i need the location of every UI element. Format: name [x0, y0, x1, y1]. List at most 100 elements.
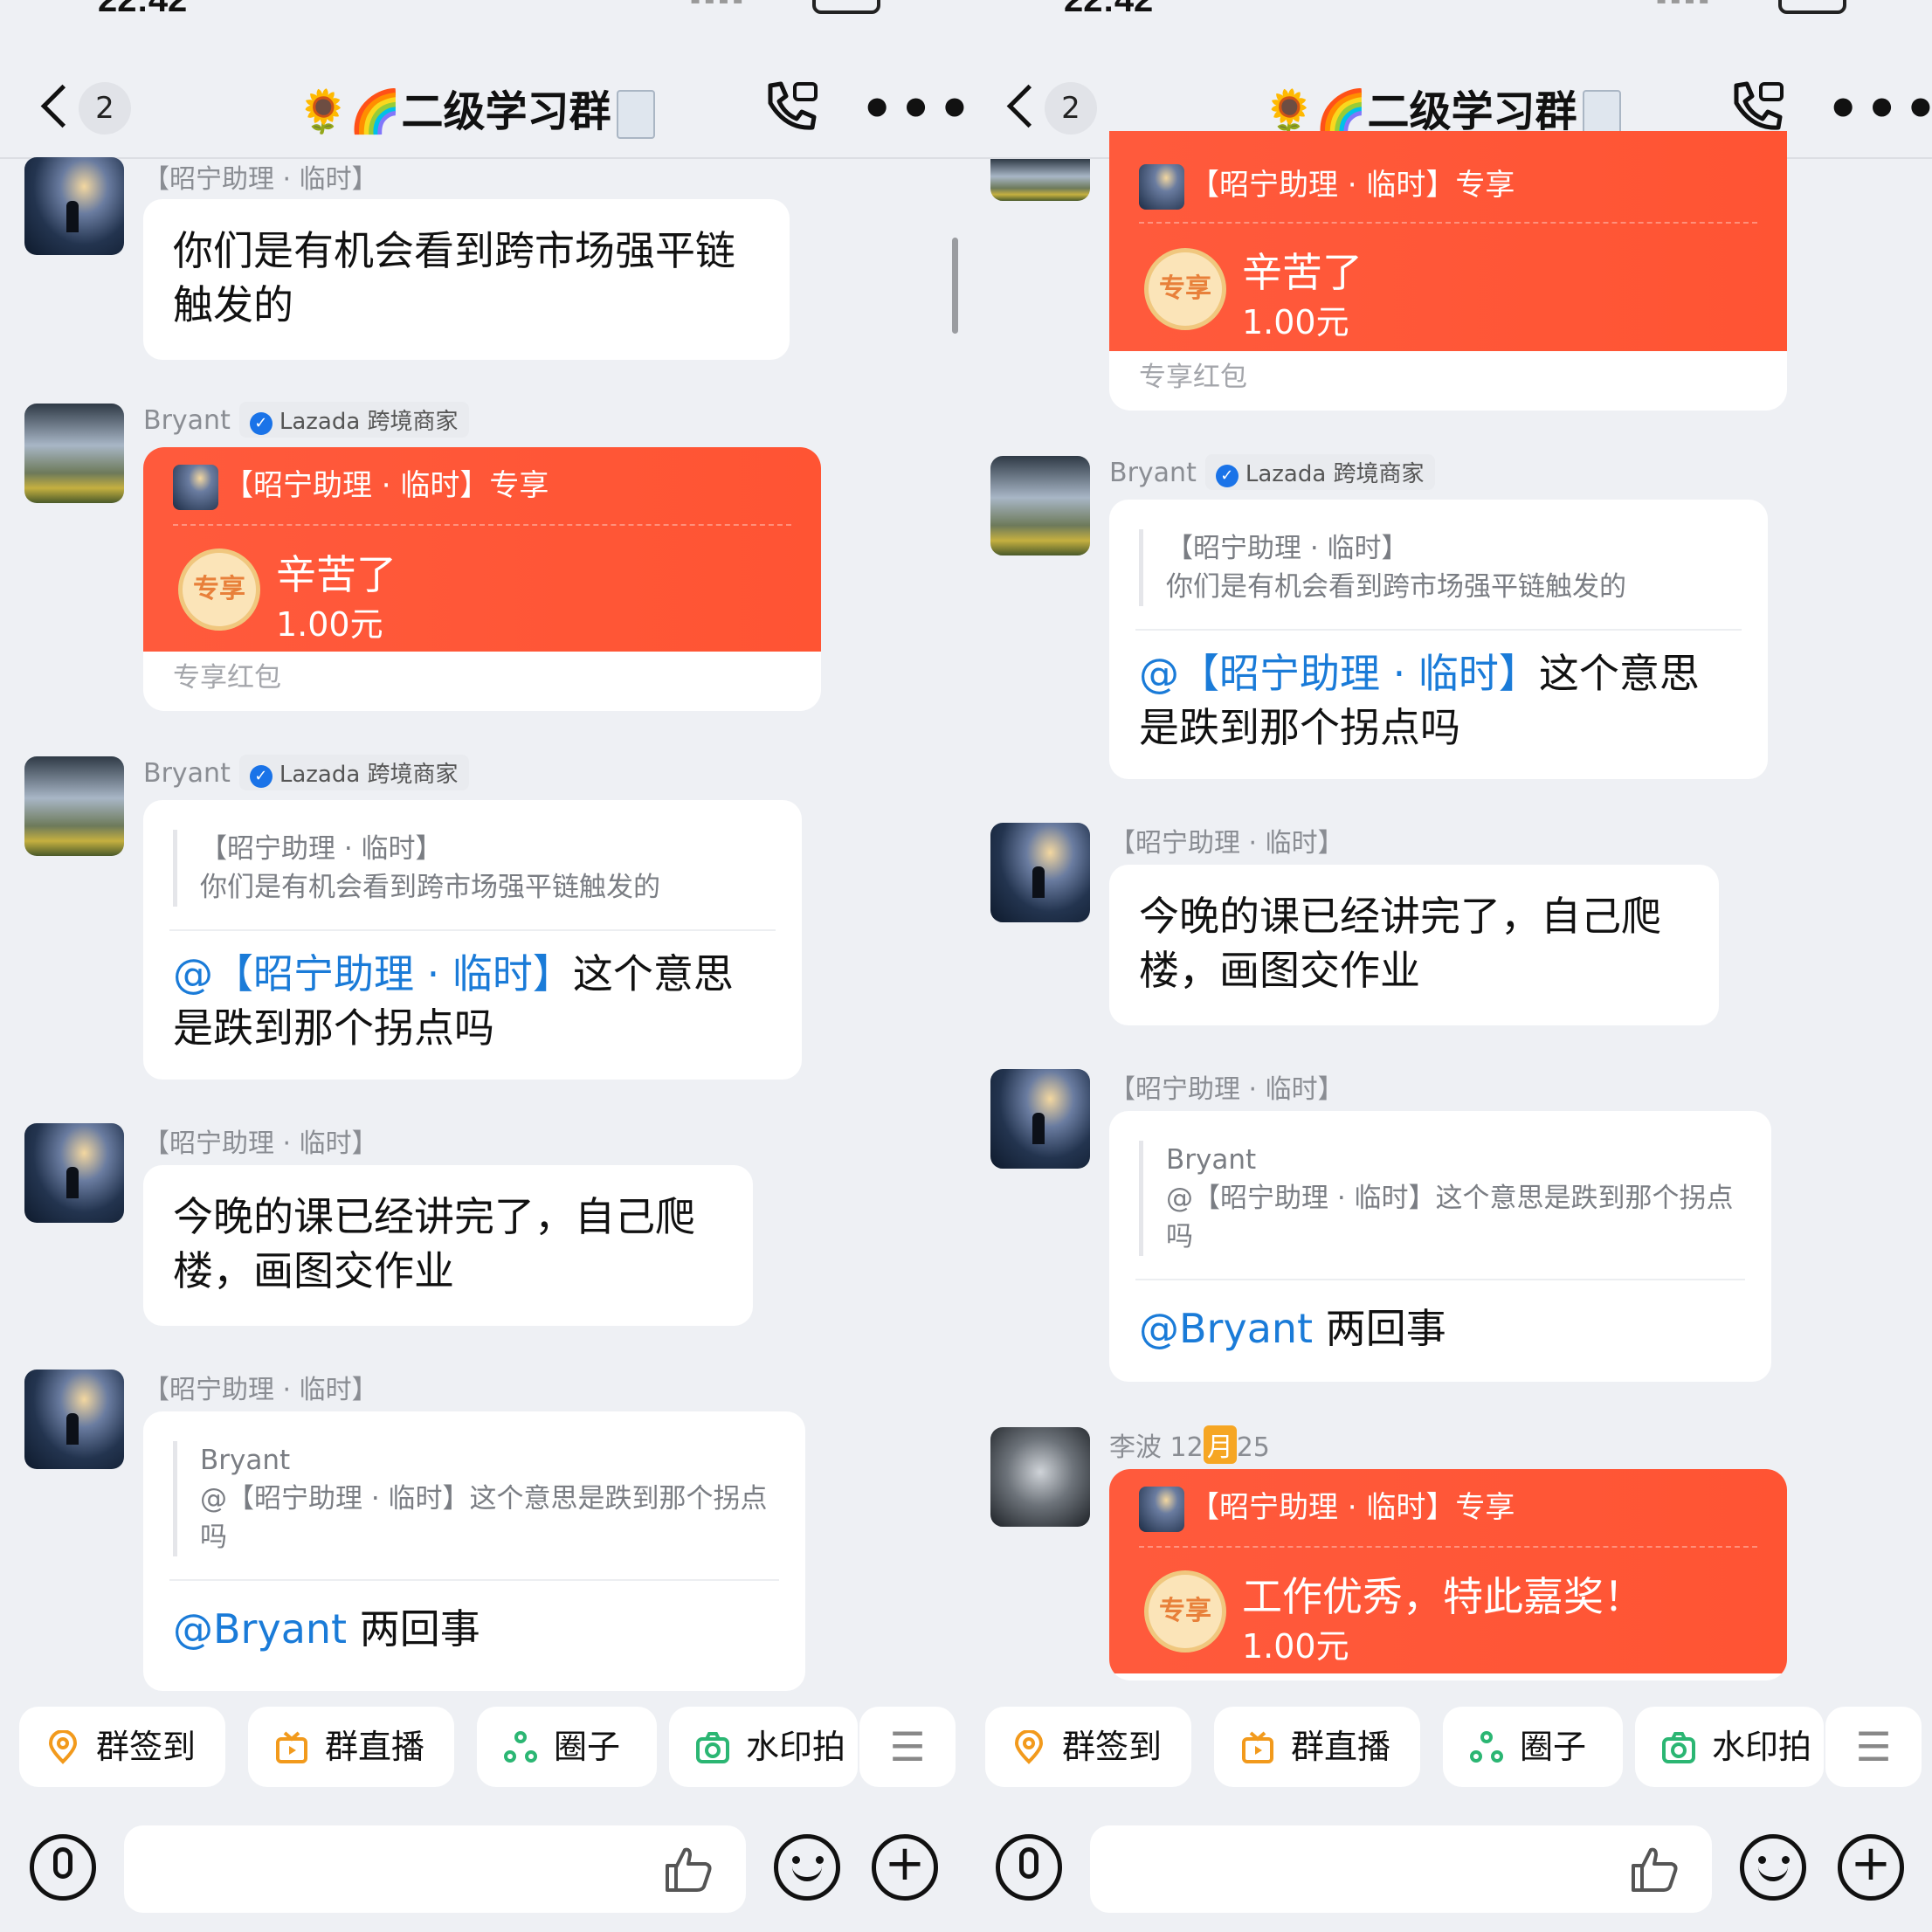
scrollbar[interactable] — [952, 238, 958, 334]
sender-row: 李波 12 月 25 — [1109, 1425, 1270, 1464]
red-packet-footer: 专享红包 — [173, 662, 281, 693]
verified-icon: ✓ — [1215, 465, 1239, 487]
thumbs-up-icon[interactable] — [662, 1843, 714, 1895]
quoted-text: 你们是有机会看到跨市场强平链触发的 — [1166, 571, 1626, 603]
avatar[interactable] — [24, 404, 124, 503]
message-bubble[interactable]: 你们是有机会看到跨市场强平链触发的 — [143, 199, 790, 360]
watermark-camera-button[interactable]: 水印拍 — [1635, 1707, 1824, 1787]
circle-community-icon — [1470, 1731, 1503, 1763]
avatar[interactable] — [24, 1370, 124, 1469]
merchant-badge-label: Lazada 跨境商家 — [1245, 461, 1425, 487]
quote-divider — [1135, 629, 1742, 631]
sender-row: Bryant ✓ Lazada 跨境商家 — [143, 402, 469, 438]
message-input[interactable] — [124, 1825, 746, 1913]
avatar[interactable] — [990, 1069, 1090, 1169]
circle-button[interactable]: 圈子 — [477, 1707, 657, 1787]
emoji-icon[interactable] — [774, 1834, 840, 1901]
avatar[interactable] — [24, 756, 124, 856]
camera-icon — [1662, 1732, 1695, 1763]
group-title: 🌻🌈二级学习群 — [297, 77, 655, 139]
mention-link[interactable]: @【昭宁助理 · 临时】 — [1139, 650, 1539, 697]
quoted-sender: 【昭宁助理 · 临时】 — [1166, 533, 1409, 564]
voice-input-icon[interactable] — [996, 1834, 1062, 1901]
reply-line: @Bryant 两回事 — [1139, 1301, 1742, 1356]
red-packet-message: 工作优秀，特此嘉奖！ — [1242, 1573, 1644, 1620]
quoted-message[interactable]: 【昭宁助理 · 临时】 你们是有机会看到跨市场强平链触发的 — [1139, 529, 1738, 606]
red-packet-message: 辛苦了 — [1242, 249, 1363, 296]
red-packet-card[interactable]: 【昭宁助理 · 临时】专享 专享 工作优秀，特此嘉奖！ 1.00元 — [1109, 1469, 1787, 1680]
mini-avatar — [1139, 163, 1184, 210]
avatar[interactable] — [990, 1427, 1090, 1527]
emoji-icon[interactable] — [1740, 1834, 1806, 1901]
quoted-message[interactable]: Bryant @【昭宁助理 · 临时】这个意思是跌到那个拐点吗 — [1139, 1141, 1742, 1256]
message-bubble[interactable]: 今晚的课已经讲完了，自己爬楼，画图交作业 — [143, 1165, 753, 1326]
red-packet-card[interactable]: 【昭宁助理 · 临时】专享 专享 辛苦了 1.00元 专享红包 — [143, 447, 821, 711]
red-packet-title: 【昭宁助理 · 临时】专享 — [224, 468, 549, 503]
reply-line: @【昭宁助理 · 临时】这个意思是跌到那个拐点吗 — [173, 947, 772, 1055]
message-bubble[interactable]: Bryant @【昭宁助理 · 临时】这个意思是跌到那个拐点吗 @Bryant … — [143, 1411, 805, 1691]
red-packet-header: 【昭宁助理 · 临时】专享 — [173, 461, 549, 510]
divider — [1139, 1546, 1757, 1548]
message-text: 两回事 — [359, 1605, 480, 1653]
avatar[interactable] — [990, 823, 1090, 922]
menu-icon[interactable]: ☰ — [859, 1707, 956, 1787]
mention-link[interactable]: @Bryant — [1139, 1305, 1313, 1352]
sender-name: 【昭宁助理 · 临时】 — [1109, 1074, 1344, 1105]
live-label: 群直播 — [325, 1728, 425, 1766]
unread-count-badge[interactable]: 2 — [1045, 82, 1097, 135]
circle-label: 圈子 — [1520, 1728, 1587, 1766]
signal-icon: ▪▪▪▪ — [690, 0, 743, 8]
quoted-text: @【昭宁助理 · 临时】这个意思是跌到那个拐点吗 — [200, 1483, 768, 1553]
quoted-message[interactable]: 【昭宁助理 · 临时】 你们是有机会看到跨市场强平链触发的 — [173, 830, 772, 907]
circle-label: 圈子 — [554, 1728, 621, 1766]
red-packet-body: 【昭宁助理 · 临时】专享 专享 工作优秀，特此嘉奖！ 1.00元 — [1109, 1469, 1787, 1673]
message-text: 两回事 — [1325, 1305, 1446, 1352]
status-bar: 22:42 ▪▪▪▪ — [966, 0, 1932, 26]
reply-line: @Bryant 两回事 — [173, 1602, 776, 1656]
red-packet-message: 辛苦了 — [276, 551, 397, 598]
avatar[interactable] — [990, 159, 1090, 201]
add-icon[interactable]: + — [872, 1834, 938, 1901]
more-options-icon[interactable]: ••• — [1826, 83, 1932, 135]
month-badge: 月 — [1203, 1425, 1237, 1464]
red-packet-title: 【昭宁助理 · 临时】专享 — [1190, 168, 1515, 203]
camera-icon — [696, 1732, 729, 1763]
location-pin-icon — [48, 1730, 78, 1764]
quoted-sender: 【昭宁助理 · 临时】 — [200, 833, 443, 865]
chat-header: 2 🌻🌈二级学习群 ••• — [0, 61, 966, 157]
more-options-icon[interactable]: ••• — [860, 83, 966, 135]
avatar[interactable] — [24, 157, 124, 255]
red-packet-amount: 1.00元 — [1242, 1627, 1349, 1666]
message-bubble[interactable]: Bryant @【昭宁助理 · 临时】这个意思是跌到那个拐点吗 @Bryant … — [1109, 1111, 1771, 1382]
circle-button[interactable]: 圈子 — [1443, 1707, 1623, 1787]
checkin-button[interactable]: 群签到 — [19, 1707, 225, 1787]
status-time: 22:42 — [98, 0, 188, 19]
merchant-badge-label: Lazada 跨境商家 — [279, 762, 459, 788]
quoted-message[interactable]: Bryant @【昭宁助理 · 临时】这个意思是跌到那个拐点吗 — [173, 1441, 776, 1556]
mention-link[interactable]: @【昭宁助理 · 临时】 — [173, 950, 573, 997]
back-icon[interactable] — [35, 77, 79, 133]
message-input[interactable] — [1090, 1825, 1712, 1913]
mention-link[interactable]: @Bryant — [173, 1605, 347, 1653]
live-button[interactable]: 群直播 — [1214, 1707, 1420, 1787]
thumbs-up-icon[interactable] — [1628, 1843, 1680, 1895]
voice-call-icon[interactable] — [760, 77, 821, 138]
sender-name: 【昭宁助理 · 临时】 — [143, 1375, 378, 1405]
add-icon[interactable]: + — [1838, 1834, 1904, 1901]
unread-count-badge[interactable]: 2 — [79, 82, 131, 135]
message-bubble[interactable]: 【昭宁助理 · 临时】 你们是有机会看到跨市场强平链触发的 @【昭宁助理 · 临… — [1109, 500, 1768, 779]
input-bar: + — [0, 1825, 966, 1913]
message-bubble[interactable]: 【昭宁助理 · 临时】 你们是有机会看到跨市场强平链触发的 @【昭宁助理 · 临… — [143, 800, 802, 1080]
live-button[interactable]: 群直播 — [248, 1707, 454, 1787]
avatar[interactable] — [990, 456, 1090, 555]
checkin-button[interactable]: 群签到 — [985, 1707, 1191, 1787]
watermark-camera-button[interactable]: 水印拍 — [669, 1707, 858, 1787]
sender-name: Bryant — [1109, 458, 1197, 488]
menu-icon[interactable]: ☰ — [1825, 1707, 1922, 1787]
red-packet-card[interactable]: 【昭宁助理 · 临时】专享 专享 辛苦了 1.00元 专享红包 — [1109, 131, 1787, 411]
avatar[interactable] — [24, 1123, 124, 1223]
voice-input-icon[interactable] — [30, 1834, 96, 1901]
message-bubble[interactable]: 今晚的课已经讲完了，自己爬楼，画图交作业 — [1109, 865, 1719, 1025]
back-icon[interactable] — [1001, 77, 1045, 133]
voice-call-icon[interactable] — [1726, 77, 1787, 138]
